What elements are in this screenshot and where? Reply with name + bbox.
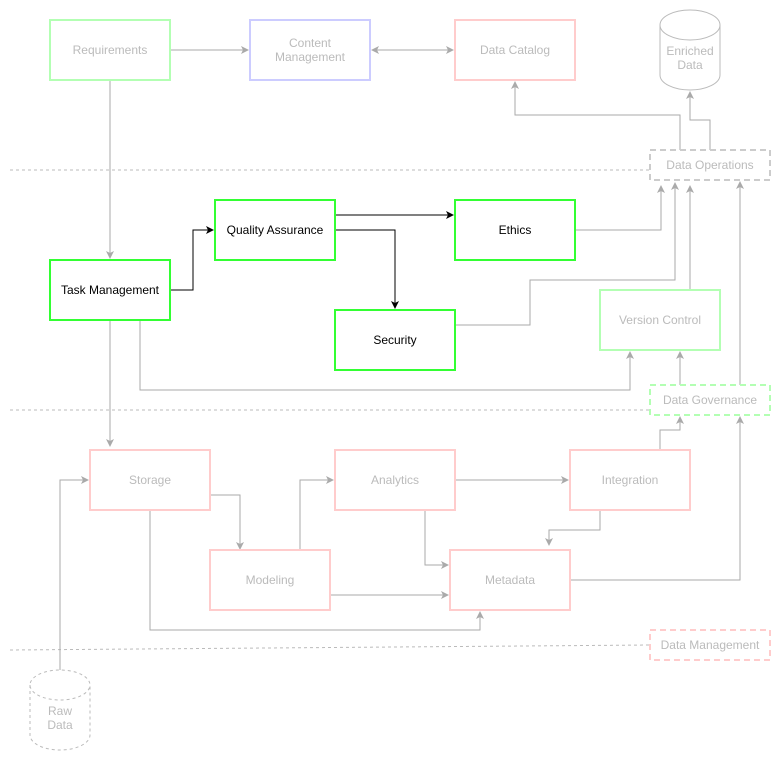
node-catalog[interactable]: Data Catalog [454,19,576,81]
lane-divider [9,644,651,651]
node-analytics[interactable]: Analytics [334,449,456,511]
node-ethics[interactable]: Ethics [454,199,576,261]
edge-ethics-to-dataops [575,185,665,231]
node-storage[interactable]: Storage [89,449,211,511]
node-dataops[interactable]: Data Operations [649,149,771,181]
edge-analytics-to-metadata [424,510,449,569]
edge-dataops-to-enriched [686,91,711,150]
edge-integration-to-datagov [659,416,684,450]
node-label: Data Catalog [480,43,550,57]
node-label: Raw Data [47,704,73,732]
edge-raw-to-storage [59,476,89,670]
node-datamgmt[interactable]: Data Management [649,629,771,661]
node-requirements[interactable]: Requirements [49,19,171,81]
node-task[interactable]: Task Management [49,259,171,321]
node-label: Quality Assurance [227,223,324,237]
diagram-canvas: Requirements Content Management Data Catalo… [9,9,771,751]
node-label: Security [373,333,416,347]
node-metadata[interactable]: Metadata [449,549,571,611]
node-security[interactable]: Security [334,309,456,371]
node-raw[interactable]: Raw Data [29,669,91,751]
node-label: Modeling [246,573,295,587]
node-label: Data Management [661,638,760,652]
node-content[interactable]: Content Management [249,19,371,81]
node-label: Data Governance [663,393,757,407]
node-label: Version Control [619,313,701,327]
node-label: Metadata [485,573,535,587]
edge-task-to-qa [170,226,214,291]
node-enriched[interactable]: Enriched Data [659,9,721,91]
node-label: Storage [129,473,171,487]
node-label: Data Operations [666,158,753,172]
node-version[interactable]: Version Control [599,289,721,351]
node-label: Integration [602,473,659,487]
node-label: Ethics [499,223,532,237]
node-label: Requirements [73,43,148,57]
node-label: Task Management [61,283,160,297]
edge-storage-to-modeling [210,494,244,550]
edge-modeling-to-analytics [299,476,334,550]
edge-qa-to-security [335,229,399,309]
node-integration[interactable]: Integration [569,449,691,511]
edge-integration-to-metadata [545,510,601,546]
edge-dataops-to-catalog [511,81,681,150]
node-qa[interactable]: Quality Assurance [214,199,336,261]
node-datagov[interactable]: Data Governance [649,384,771,416]
node-modeling[interactable]: Modeling [209,549,331,611]
node-label: Analytics [371,473,419,487]
